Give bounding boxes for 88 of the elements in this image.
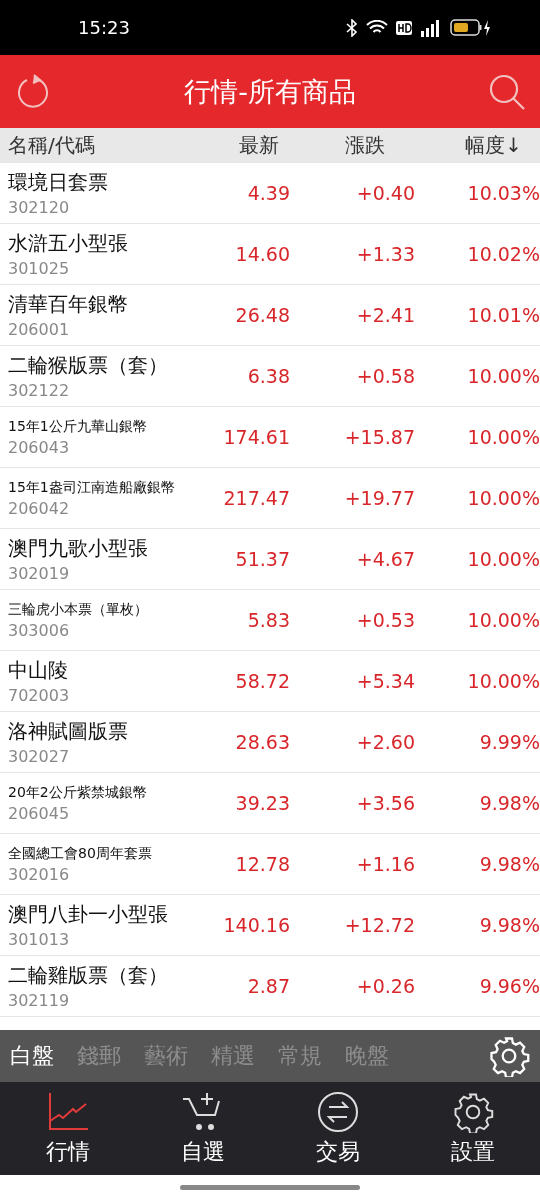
price: 174.61 bbox=[222, 426, 290, 448]
change: +5.34 bbox=[355, 670, 415, 692]
item-code: 302019 bbox=[8, 564, 71, 583]
change-percent: 10.00% bbox=[466, 548, 540, 570]
column-header[interactable]: 漲跌 bbox=[290, 132, 415, 159]
price: 6.38 bbox=[246, 365, 290, 387]
item-name: 三輪虎小本票（單枚） bbox=[8, 600, 149, 619]
change: +0.26 bbox=[355, 975, 415, 997]
price: 39.23 bbox=[234, 792, 290, 814]
change: +19.77 bbox=[343, 487, 415, 509]
price: 5.83 bbox=[246, 609, 290, 631]
change: +3.56 bbox=[355, 792, 415, 814]
change: +0.53 bbox=[355, 609, 415, 631]
change: +2.60 bbox=[355, 731, 415, 753]
item-name: 中山陵 bbox=[8, 657, 69, 684]
change-percent: 10.00% bbox=[466, 426, 540, 448]
item-name: 二輪雞版票（套） bbox=[8, 962, 169, 989]
item-name: 澳門九歌小型張 bbox=[8, 535, 149, 562]
battery-icon bbox=[450, 18, 492, 37]
item-code: 302119 bbox=[8, 991, 71, 1010]
item-name: 全國總工會80周年套票 bbox=[8, 844, 153, 863]
signal-icon bbox=[420, 18, 442, 37]
page-title: 行情-所有商品 bbox=[184, 74, 356, 109]
price: 217.47 bbox=[222, 487, 290, 509]
settings-icon[interactable] bbox=[488, 1035, 530, 1077]
item-name: 水滸五小型張 bbox=[8, 230, 129, 257]
change-percent: 10.03% bbox=[466, 182, 540, 204]
change: +0.40 bbox=[355, 182, 415, 204]
item-code: 301013 bbox=[8, 930, 71, 949]
price: 28.63 bbox=[234, 731, 290, 753]
item-name: 15年1盎司江南造船廠銀幣 bbox=[8, 478, 176, 497]
item-code: 303006 bbox=[8, 620, 71, 640]
column-header[interactable]: 幅度↓ bbox=[415, 132, 540, 159]
price: 58.72 bbox=[234, 670, 290, 692]
change: +1.33 bbox=[355, 243, 415, 265]
change-percent: 10.00% bbox=[466, 670, 540, 692]
change-percent: 9.98% bbox=[478, 914, 540, 936]
change: +12.72 bbox=[343, 914, 415, 936]
item-code: 302027 bbox=[8, 747, 71, 766]
item-code: 302122 bbox=[8, 381, 71, 400]
nav-tab[interactable]: 交易 bbox=[270, 1082, 405, 1175]
clock: 15:23 bbox=[78, 17, 131, 38]
item-code: 206045 bbox=[8, 803, 71, 823]
item-code: 702003 bbox=[8, 686, 71, 705]
category-tab[interactable]: 白盤 bbox=[10, 1041, 77, 1071]
item-code: 301025 bbox=[8, 259, 71, 278]
column-header[interactable]: 最新 bbox=[188, 132, 290, 159]
change-percent: 9.98% bbox=[478, 792, 540, 814]
change: +0.58 bbox=[355, 365, 415, 387]
item-name: 20年2公斤紫禁城銀幣 bbox=[8, 783, 148, 802]
price: 26.48 bbox=[234, 304, 290, 326]
hd-icon bbox=[396, 20, 412, 35]
nav-tab[interactable]: 設置 bbox=[405, 1082, 540, 1175]
price: 12.78 bbox=[234, 853, 290, 875]
change: +1.16 bbox=[355, 853, 415, 875]
change: +4.67 bbox=[355, 548, 415, 570]
change: +2.41 bbox=[355, 304, 415, 326]
change-percent: 9.96% bbox=[478, 975, 540, 997]
item-code: 206001 bbox=[8, 320, 71, 339]
price: 4.39 bbox=[246, 182, 290, 204]
change-percent: 10.01% bbox=[466, 304, 540, 326]
price: 14.60 bbox=[234, 243, 290, 265]
bluetooth-icon bbox=[346, 18, 358, 37]
item-code: 206043 bbox=[8, 437, 71, 457]
change: +15.87 bbox=[343, 426, 415, 448]
change-percent: 10.02% bbox=[466, 243, 540, 265]
change-percent: 9.99% bbox=[478, 731, 540, 753]
item-name: 清華百年銀幣 bbox=[8, 291, 129, 318]
item-code: 302120 bbox=[8, 198, 71, 217]
item-name: 二輪猴版票（套） bbox=[8, 352, 169, 379]
change-percent: 10.00% bbox=[466, 487, 540, 509]
item-name: 洛神賦圖版票 bbox=[8, 718, 129, 745]
nav-tab[interactable]: 行情 bbox=[0, 1082, 135, 1175]
item-name: 澳門八卦一小型張 bbox=[8, 901, 169, 928]
item-name: 15年1公斤九華山銀幣 bbox=[8, 417, 148, 436]
item-name: 環境日套票 bbox=[8, 169, 109, 196]
item-code: 302016 bbox=[8, 864, 71, 884]
column-header[interactable]: 名稱/代碼 bbox=[8, 132, 188, 159]
search-icon[interactable] bbox=[488, 72, 526, 111]
nav-tab[interactable]: 自選 bbox=[135, 1082, 270, 1175]
price: 2.87 bbox=[246, 975, 290, 997]
exchange-icon bbox=[315, 1090, 360, 1133]
change-percent: 10.00% bbox=[466, 365, 540, 387]
change-percent: 9.98% bbox=[478, 853, 540, 875]
item-code: 206042 bbox=[8, 498, 71, 518]
change-percent: 10.00% bbox=[466, 609, 540, 631]
price: 140.16 bbox=[222, 914, 290, 936]
price: 51.37 bbox=[234, 548, 290, 570]
